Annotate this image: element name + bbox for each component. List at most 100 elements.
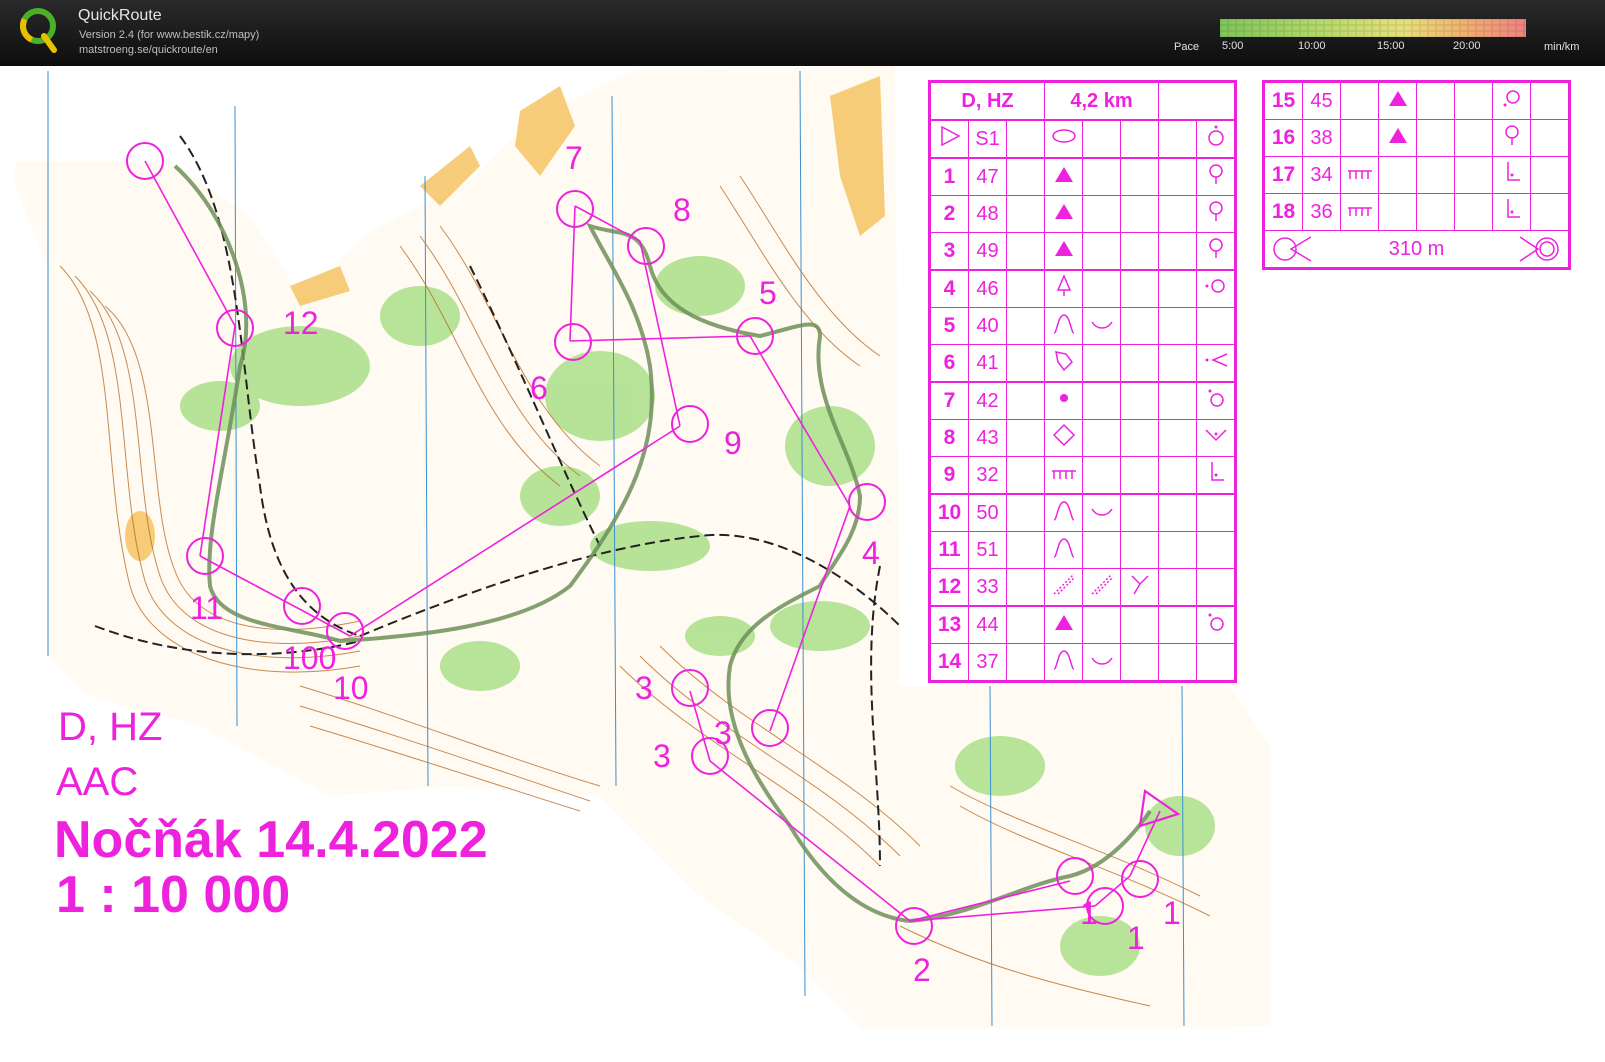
control-number: 18 xyxy=(1263,193,1303,231)
stone-icon xyxy=(1052,423,1075,447)
control-code: 45 xyxy=(1302,81,1341,120)
position-icon xyxy=(1208,613,1224,631)
table-row: 17 34 xyxy=(1263,156,1570,194)
control-label: 3 xyxy=(635,670,653,706)
control-code: 49 xyxy=(968,232,1007,271)
ruined-wall-icon xyxy=(1051,469,1076,479)
app-version: Version 2.4 (for www.bestik.cz/mapy) xyxy=(79,29,260,41)
control-code: 43 xyxy=(968,419,1007,457)
ruined-wall-icon xyxy=(1347,206,1372,216)
control-code: 48 xyxy=(968,195,1007,233)
table-row: 1 47 xyxy=(929,157,1236,196)
control-number: 14 xyxy=(929,643,969,682)
control-label: 11 xyxy=(190,590,224,626)
control-code: 42 xyxy=(968,381,1007,420)
control-number: 1 xyxy=(929,157,969,196)
control-label: 10 xyxy=(333,670,369,706)
position-icon xyxy=(1208,238,1223,258)
control-description-table: D, HZ 4,2 km S1 1 47 2 48 3 49 4 46 5 40… xyxy=(928,80,1237,683)
foot-icon xyxy=(1204,429,1227,442)
position-icon xyxy=(1208,389,1224,407)
tree-icon xyxy=(1056,274,1071,296)
control-number: 7 xyxy=(929,381,969,420)
control-number: 4 xyxy=(929,269,969,308)
junction-icon xyxy=(1130,575,1149,595)
control-code: 32 xyxy=(968,456,1007,495)
position-icon xyxy=(1208,201,1223,221)
table-row: 10 50 xyxy=(929,493,1236,532)
table-row: D, HZ 4,2 km xyxy=(929,81,1236,121)
start-triangle-icon xyxy=(940,125,961,147)
control-code: 51 xyxy=(968,531,1007,569)
control-label: 12 xyxy=(283,305,319,341)
control-code: 37 xyxy=(968,643,1007,682)
control-number: 9 xyxy=(929,456,969,495)
event-name: Nočňák 14.4.2022 xyxy=(54,811,488,869)
control-label: 2 xyxy=(913,952,931,988)
control-number: 2 xyxy=(929,195,969,233)
position-icon xyxy=(1205,279,1225,293)
corner-icon xyxy=(1205,353,1227,367)
control-number: 17 xyxy=(1263,156,1303,194)
course-name: D, HZ xyxy=(58,705,163,749)
thicket-icon xyxy=(1054,351,1073,372)
club-name: AAC xyxy=(56,760,139,804)
pace-tick: 20:00 xyxy=(1453,40,1481,52)
table-row: 6 41 xyxy=(929,344,1236,383)
pace-tick: 15:00 xyxy=(1377,40,1405,52)
table-row: 15 45 xyxy=(1263,81,1570,120)
app-url: matstroeng.se/quickroute/en xyxy=(79,44,218,56)
control-number: 6 xyxy=(929,344,969,383)
depression-icon xyxy=(1051,129,1076,143)
table-row: S1 xyxy=(929,119,1236,159)
control-number: 16 xyxy=(1263,119,1303,157)
boulder-icon xyxy=(1054,241,1073,256)
desc-course: D, HZ xyxy=(929,81,1045,121)
table-row: 16 38 xyxy=(1263,119,1570,157)
control-label: 7 xyxy=(565,140,583,176)
app-name: QuickRoute xyxy=(78,7,162,24)
control-label: 6 xyxy=(530,370,548,406)
pace-tick: 10:00 xyxy=(1298,40,1326,52)
table-row: 2 48 xyxy=(929,195,1236,233)
ruined-wall-icon xyxy=(1347,169,1372,179)
control-number: 10 xyxy=(929,493,969,532)
control-number: 15 xyxy=(1263,81,1303,120)
control-code: 34 xyxy=(1302,156,1341,194)
boulder-icon xyxy=(1054,204,1073,219)
quickroute-logo-icon xyxy=(20,8,57,53)
shallow-icon xyxy=(1090,508,1113,516)
part-icon xyxy=(1506,162,1520,181)
pace-label: Pace xyxy=(1174,41,1200,53)
control-code: 47 xyxy=(968,157,1007,196)
control-label: 8 xyxy=(673,192,691,228)
desc-length: 4,2 km xyxy=(1044,81,1159,121)
start-code: S1 xyxy=(968,119,1007,159)
position-icon xyxy=(1504,125,1519,145)
pace-tick: 5:00 xyxy=(1222,40,1244,52)
table-row: 18 36 xyxy=(1263,193,1570,231)
position-icon xyxy=(1208,164,1223,184)
table-row: 3 49 xyxy=(929,232,1236,271)
control-label: 1 xyxy=(1163,895,1181,931)
path-icon xyxy=(1052,573,1075,595)
control-label: 5 xyxy=(759,275,777,311)
control-label: 1 xyxy=(1080,895,1098,931)
table-row: 4 46 xyxy=(929,269,1236,308)
pace-unit: min/km xyxy=(1544,41,1580,53)
table-row: 8 43 xyxy=(929,419,1236,457)
control-number: 5 xyxy=(929,307,969,345)
control-code: 44 xyxy=(968,605,1007,644)
control-label: 1 xyxy=(1127,920,1145,956)
part-icon xyxy=(1210,462,1224,481)
shallow-icon xyxy=(1090,321,1113,329)
table-row: 12 33 xyxy=(929,568,1236,607)
control-code: 36 xyxy=(1302,193,1341,231)
control-label: 3 xyxy=(714,715,732,751)
knoll-icon xyxy=(1053,650,1074,670)
app-titlebar: QuickRoute Version 2.4 (for www.bestik.c… xyxy=(0,0,1605,66)
dot-knoll-icon xyxy=(1059,394,1068,402)
map-scale: 1 : 10 000 xyxy=(56,866,291,924)
table-row: 11 51 xyxy=(929,531,1236,569)
boulder-icon xyxy=(1054,615,1073,630)
